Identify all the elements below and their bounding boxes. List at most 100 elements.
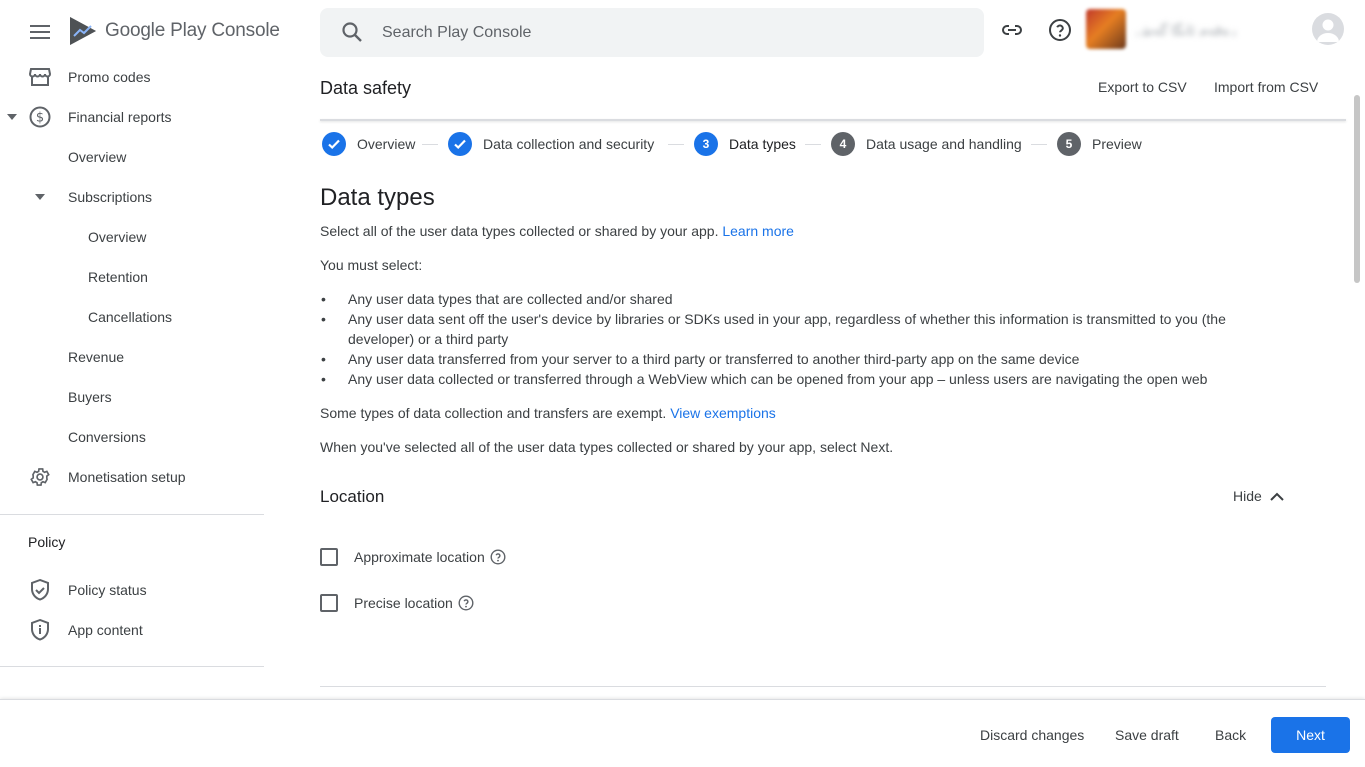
sidebar-divider [0, 514, 264, 515]
step-connector [668, 144, 684, 145]
help-icon[interactable] [458, 595, 474, 611]
sidebar-item-policy-status[interactable]: Policy status [0, 570, 264, 610]
sidebar-item-subscriptions[interactable]: Subscriptions [0, 177, 264, 217]
content-divider [320, 686, 1326, 687]
sidebar-item-financial-overview[interactable]: Overview [0, 137, 264, 177]
step-number: 5 [1057, 132, 1081, 156]
step-data-types[interactable]: 3 Data types [694, 132, 796, 156]
help-icon[interactable] [490, 549, 506, 565]
scrollbar-thumb[interactable] [1354, 95, 1360, 283]
sidebar-item-conversions[interactable]: Conversions [0, 417, 264, 457]
shield-check-icon [28, 578, 52, 602]
developer-name: رەقەم ئابگا گەش [1136, 22, 1237, 36]
caret-down-icon[interactable] [32, 189, 48, 205]
step-data-collection[interactable]: Data collection and security [448, 132, 654, 156]
caret-down-icon[interactable] [4, 109, 20, 125]
step-label: Overview [357, 136, 416, 152]
step-label: Data types [729, 136, 796, 152]
sidebar-item-retention[interactable]: Retention [0, 257, 264, 297]
import-csv-button[interactable]: Import from CSV [1214, 79, 1318, 95]
requirements-list: Any user data types that are collected a… [320, 289, 1240, 389]
sidebar-item-label: Retention [88, 269, 148, 285]
location-section-title: Location [320, 487, 385, 506]
action-footer: Discard changes Save draft Back Next [0, 699, 1365, 767]
sidebar-item-subscriptions-overview[interactable]: Overview [0, 217, 264, 257]
sidebar-item-financial-reports[interactable]: $ Financial reports [0, 97, 264, 137]
sidebar-item-label: Overview [68, 149, 127, 165]
learn-more-link[interactable]: Learn more [722, 223, 794, 239]
section-heading: Data types [320, 184, 435, 211]
hamburger-menu-icon[interactable] [28, 20, 52, 44]
search-input[interactable] [382, 20, 942, 46]
sidebar-item-buyers[interactable]: Buyers [0, 377, 264, 417]
sidebar-item-label: Policy status [68, 582, 147, 598]
chevron-up-icon [1270, 488, 1286, 504]
sidebar-item-cancellations[interactable]: Cancellations [0, 297, 264, 337]
export-csv-button[interactable]: Export to CSV [1098, 79, 1187, 95]
step-overview[interactable]: Overview [322, 132, 415, 156]
account-avatar[interactable] [1312, 13, 1344, 45]
intro-text: Select all of the user data types collec… [320, 223, 794, 239]
back-button[interactable]: Back [1207, 717, 1254, 753]
play-console-logo[interactable] [68, 16, 98, 46]
step-number: 3 [694, 132, 718, 156]
view-exemptions-link[interactable]: View exemptions [670, 405, 776, 421]
developer-avatar [1086, 9, 1126, 49]
next-button[interactable]: Next [1271, 717, 1350, 753]
step-connector [805, 144, 821, 145]
svg-text:$: $ [36, 111, 44, 126]
list-item: Any user data types that are collected a… [320, 289, 1240, 309]
check-icon [322, 132, 346, 156]
save-draft-button[interactable]: Save draft [1107, 717, 1187, 753]
brand-name[interactable]: Google Play Console [105, 20, 280, 42]
when-done-text: When you've selected all of the user dat… [320, 439, 894, 455]
help-circle-icon[interactable] [1048, 18, 1072, 42]
checkbox-label[interactable]: Precise location [354, 595, 453, 611]
approximate-location-checkbox[interactable] [320, 548, 338, 566]
step-connector [1031, 144, 1047, 145]
store-icon [28, 65, 52, 89]
sidebar-item-label: Cancellations [88, 309, 173, 325]
approximate-location-option: Approximate location [320, 547, 506, 567]
page-title: Data safety [320, 78, 412, 98]
sidebar: Google Play Console Promo codes $ Financ… [0, 0, 280, 700]
search-icon [340, 20, 364, 44]
list-item: Any user data transferred from your serv… [320, 349, 1240, 369]
sidebar-item-label: Subscriptions [68, 189, 153, 205]
list-item: Any user data collected or transferred t… [320, 369, 1240, 389]
step-preview[interactable]: 5 Preview [1057, 132, 1142, 156]
intro-sentence: Select all of the user data types collec… [320, 223, 723, 239]
step-data-usage[interactable]: 4 Data usage and handling [831, 132, 1022, 156]
sidebar-item-label: Financial reports [68, 109, 172, 125]
sidebar-item-promo-codes[interactable]: Promo codes [0, 57, 264, 97]
sidebar-item-app-content[interactable]: App content [0, 610, 264, 650]
checkbox-label[interactable]: Approximate location [354, 549, 485, 565]
precise-location-option: Precise location [320, 593, 474, 613]
exempt-text: Some types of data collection and transf… [320, 405, 776, 421]
sidebar-item-label: Overview [88, 229, 147, 245]
hide-location-button[interactable]: Hide [1233, 488, 1286, 504]
exempt-sentence: Some types of data collection and transf… [320, 405, 671, 421]
sidebar-item-label: Buyers [68, 389, 112, 405]
brand-name-first: Google Play [105, 20, 207, 41]
list-item: Any user data sent off the user's device… [320, 309, 1240, 349]
search-bar[interactable] [320, 8, 984, 57]
sidebar-item-monetisation-setup[interactable]: Monetisation setup [0, 457, 264, 497]
must-select-text: You must select: [320, 257, 423, 273]
sidebar-item-label: Conversions [68, 429, 146, 445]
precise-location-checkbox[interactable] [320, 594, 338, 612]
step-label: Data usage and handling [866, 136, 1022, 152]
gear-icon [28, 465, 52, 489]
shield-info-icon [28, 618, 52, 642]
check-icon [448, 132, 472, 156]
sidebar-divider [0, 666, 264, 667]
sidebar-item-label: Monetisation setup [68, 469, 186, 485]
developer-account-chip[interactable]: رەقەم ئابگا گەش [1086, 8, 1304, 50]
sidebar-item-revenue[interactable]: Revenue [0, 337, 264, 377]
link-icon[interactable] [1000, 18, 1024, 42]
discard-changes-button[interactable]: Discard changes [972, 717, 1092, 753]
step-number: 4 [831, 132, 855, 156]
sidebar-item-label: App content [68, 622, 143, 638]
step-label: Preview [1092, 136, 1142, 152]
dollar-circle-icon: $ [28, 105, 52, 129]
